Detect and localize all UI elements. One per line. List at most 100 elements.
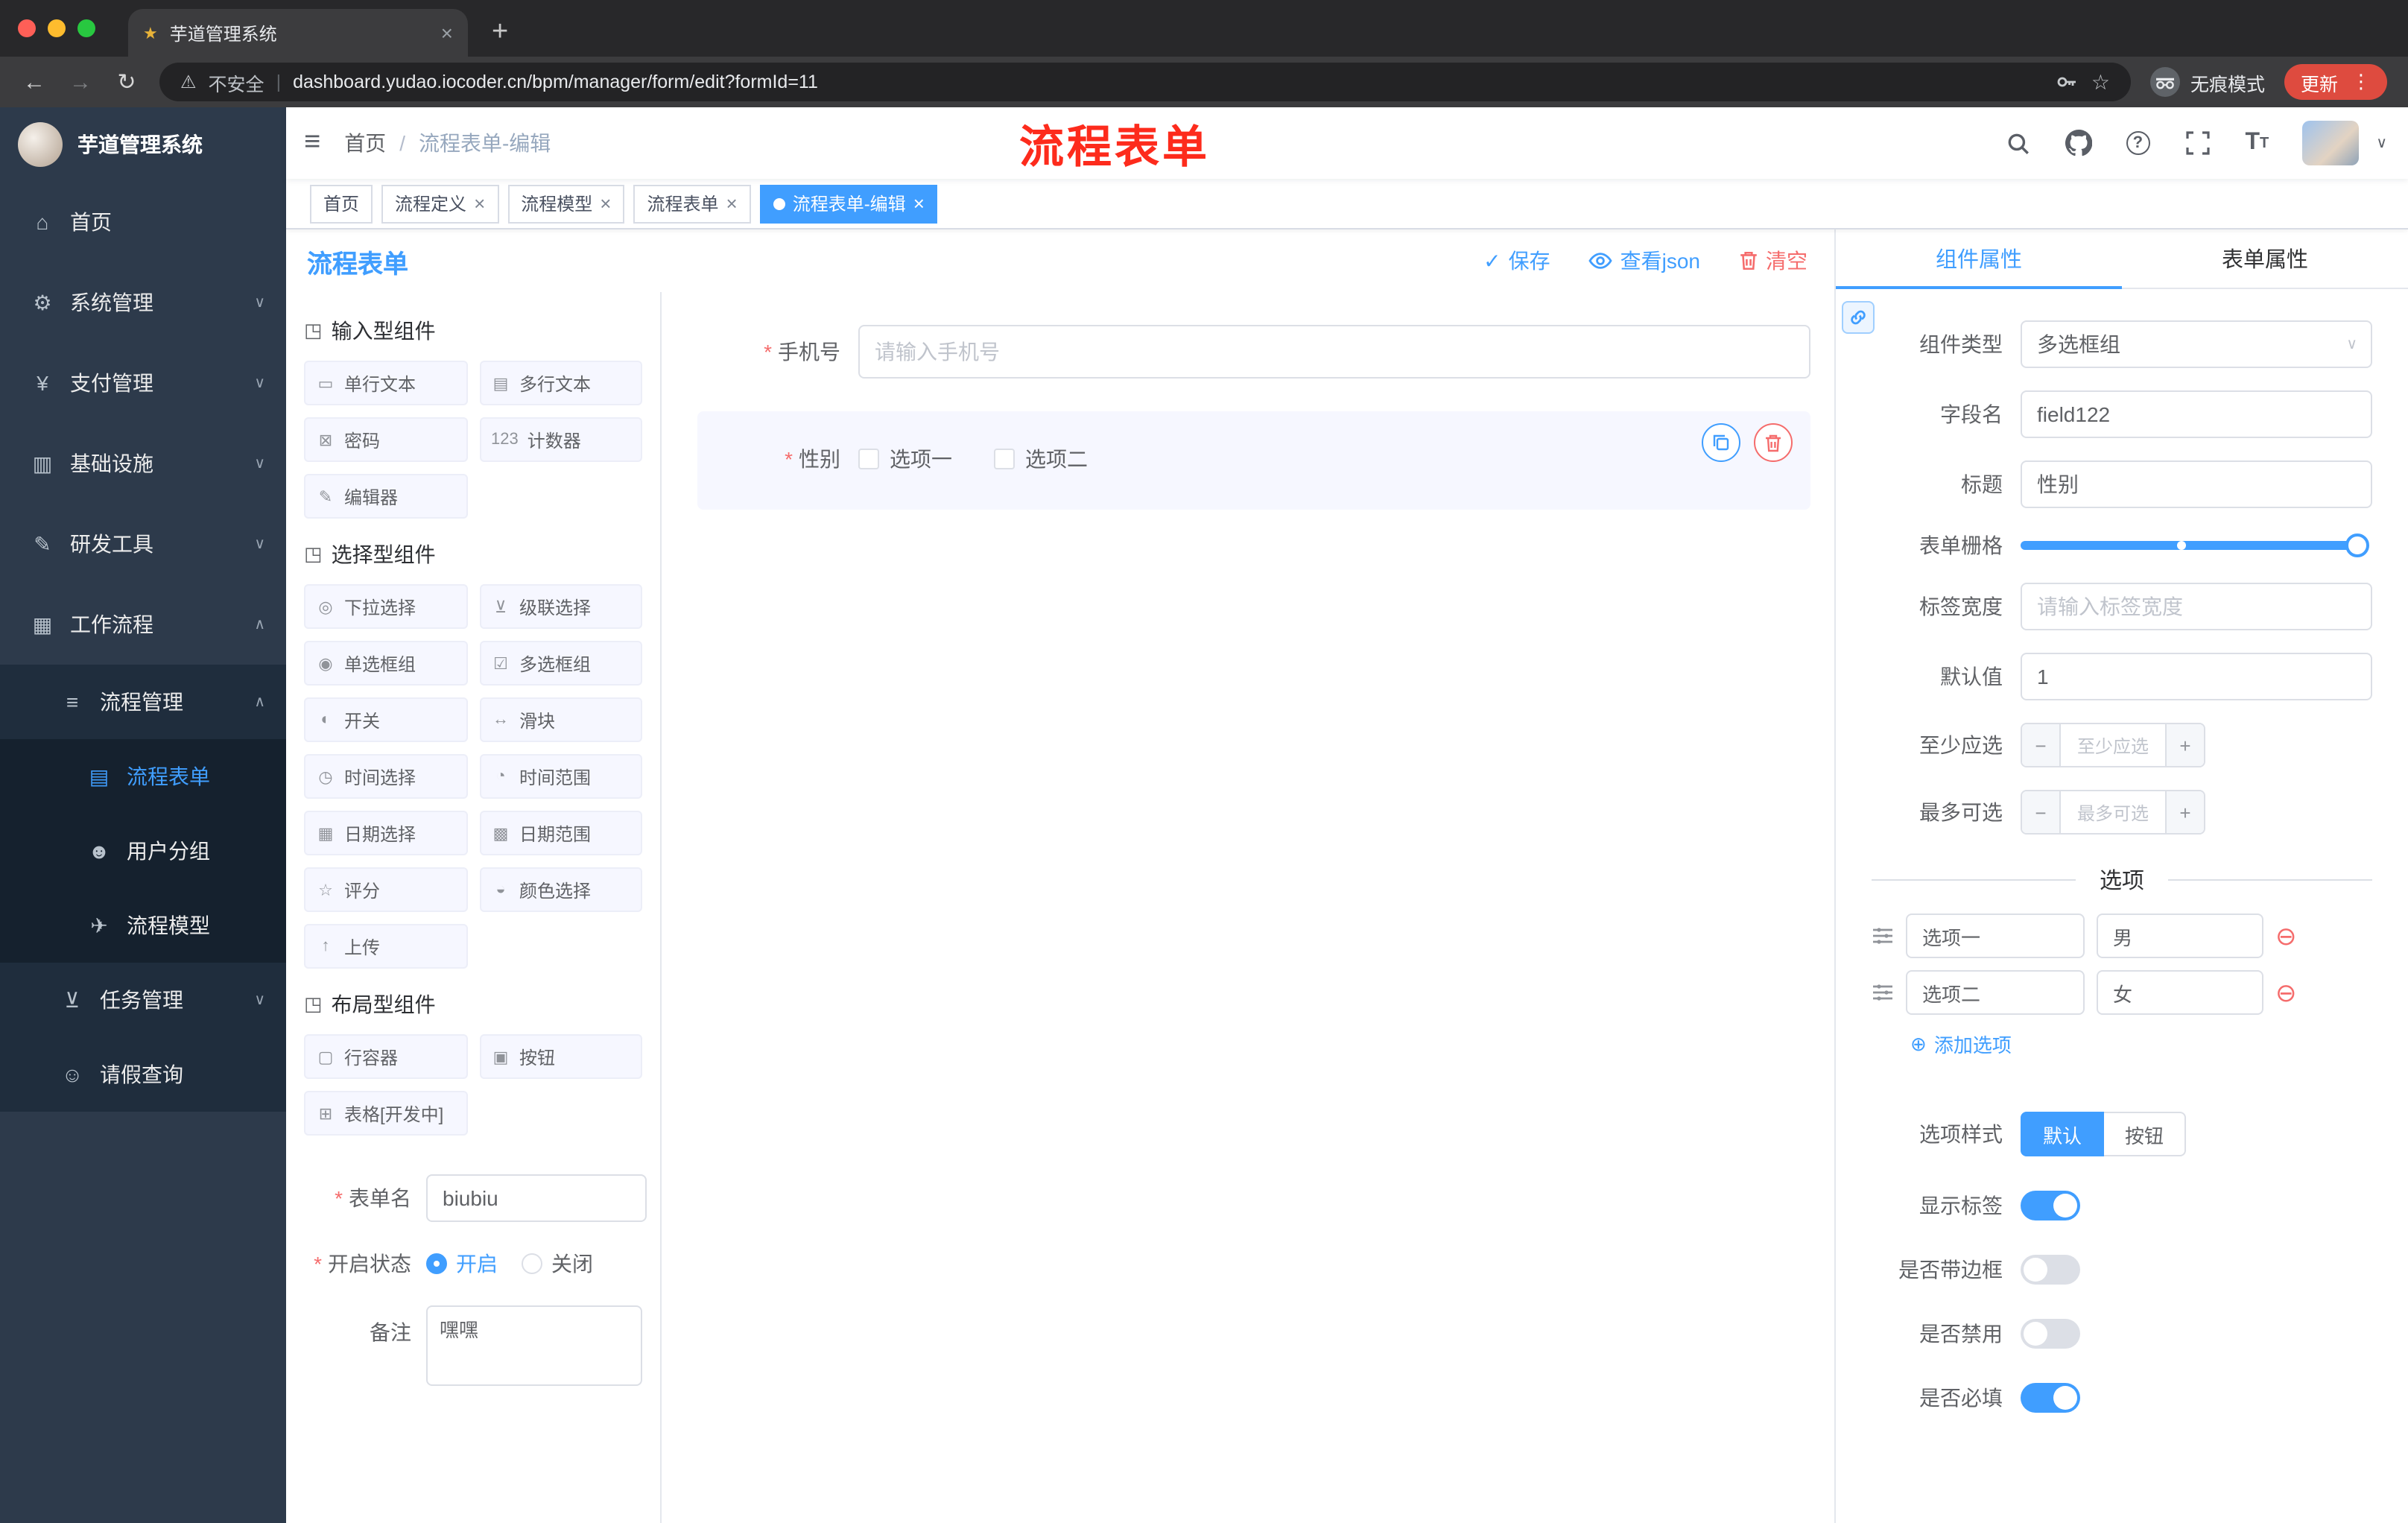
add-option-button[interactable]: ⊕ 添加选项 xyxy=(1910,1030,2372,1058)
help-icon[interactable]: ? xyxy=(2123,128,2152,158)
palette-item[interactable]: ⊠ 密码 xyxy=(304,417,467,462)
increment-button[interactable]: + xyxy=(2165,791,2204,833)
checkbox-option-2[interactable]: 选项二 xyxy=(994,444,1088,474)
breadcrumb-home[interactable]: 首页 xyxy=(344,128,386,158)
palette-item[interactable]: ◎ 下拉选择 xyxy=(304,584,467,629)
tag-process-form[interactable]: 流程表单 × xyxy=(633,184,751,223)
github-icon[interactable] xyxy=(2063,128,2093,158)
password-key-icon[interactable] xyxy=(2056,70,2079,94)
close-icon[interactable]: × xyxy=(726,192,738,215)
tab-form-props[interactable]: 表单属性 xyxy=(2122,229,2408,288)
save-button[interactable]: ✓ 保存 xyxy=(1483,246,1550,276)
sidebar-item-home[interactable]: ⌂ 首页 xyxy=(0,182,286,262)
max-select-value[interactable]: 最多可选 xyxy=(2061,791,2165,833)
form-name-input[interactable] xyxy=(426,1174,647,1222)
min-select-value[interactable]: 至少应选 xyxy=(2061,724,2165,766)
search-icon[interactable] xyxy=(2003,128,2033,158)
sidebar-item-infrastructure[interactable]: ▥ 基础设施 ∨ xyxy=(0,423,286,504)
sidebar-item-user-group[interactable]: ☻ 用户分组 xyxy=(0,814,286,888)
form-remark-textarea[interactable]: 嘿嘿 xyxy=(426,1305,642,1386)
palette-item[interactable]: ⊞ 表格[开发中] xyxy=(304,1091,467,1136)
sidebar-item-leave-query[interactable]: ☺ 请假查询 xyxy=(0,1037,286,1112)
update-browser-button[interactable]: 更新 ⋮ xyxy=(2284,64,2387,100)
option-name-input[interactable] xyxy=(1906,914,2085,958)
clear-button[interactable]: 清空 xyxy=(1739,246,1807,276)
decrement-button[interactable]: − xyxy=(2022,724,2061,766)
address-bar[interactable]: ⚠ 不安全 | dashboard.yudao.iocoder.cn/bpm/m… xyxy=(159,63,2131,101)
palette-item[interactable]: ☆ 评分 xyxy=(304,867,467,912)
palette-item[interactable]: 123 计数器 xyxy=(479,417,642,462)
minimize-window-button[interactable] xyxy=(48,19,66,37)
palette-item[interactable]: ◒ 颜色选择 xyxy=(479,867,642,912)
sidebar-item-workflow[interactable]: ▦ 工作流程 ∧ xyxy=(0,584,286,665)
remove-option-icon[interactable]: ⊖ xyxy=(2275,923,2297,949)
style-button-button[interactable]: 按钮 xyxy=(2104,1112,2187,1156)
tag-process-definition[interactable]: 流程定义 × xyxy=(381,184,499,223)
avatar-caret-icon[interactable]: ∨ xyxy=(2376,135,2387,151)
palette-item[interactable]: ◉ 单选框组 xyxy=(304,641,467,685)
radio-open[interactable]: 开启 xyxy=(426,1249,498,1279)
tag-process-model[interactable]: 流程模型 × xyxy=(507,184,625,223)
security-warning-icon[interactable]: ⚠ xyxy=(180,72,197,92)
copy-widget-button[interactable] xyxy=(1702,423,1740,462)
sidebar-item-process-management[interactable]: ≡ 流程管理 ∧ xyxy=(0,665,286,739)
browser-menu-icon[interactable]: ⋮ xyxy=(2351,70,2371,94)
disabled-toggle[interactable] xyxy=(2021,1319,2080,1349)
close-icon[interactable]: × xyxy=(600,192,611,215)
fullscreen-icon[interactable] xyxy=(2182,128,2212,158)
drag-handle-icon[interactable] xyxy=(1872,927,1894,945)
reload-icon[interactable]: ↻ xyxy=(113,69,140,95)
palette-item[interactable]: ◐ 开关 xyxy=(304,697,467,742)
decrement-button[interactable]: − xyxy=(2022,791,2061,833)
default-value-input[interactable] xyxy=(2021,653,2372,700)
component-type-select[interactable]: 多选框组 ∨ xyxy=(2021,320,2372,368)
close-tab-icon[interactable]: × xyxy=(441,21,453,45)
with-border-toggle[interactable] xyxy=(2021,1255,2080,1285)
palette-item[interactable]: ▣ 按钮 xyxy=(479,1034,642,1079)
sidebar-item-payment[interactable]: ¥ 支付管理 ∨ xyxy=(0,343,286,423)
tab-component-props[interactable]: 组件属性 xyxy=(1836,229,2122,289)
palette-item[interactable]: ▢ 行容器 xyxy=(304,1034,467,1079)
forward-icon[interactable]: → xyxy=(67,69,94,95)
link-icon[interactable] xyxy=(1842,301,1875,334)
label-width-input[interactable] xyxy=(2021,583,2372,630)
tag-process-form-edit[interactable]: 流程表单-编辑 × xyxy=(759,184,938,223)
option-name-input[interactable] xyxy=(1906,970,2085,1015)
tag-home[interactable]: 首页 xyxy=(310,184,373,223)
font-size-icon[interactable]: TT xyxy=(2242,128,2272,158)
close-window-button[interactable] xyxy=(18,19,36,37)
hamburger-icon[interactable]: ≡ xyxy=(304,127,320,159)
canvas-field-phone[interactable]: 手机号 xyxy=(697,325,1810,379)
show-label-toggle[interactable] xyxy=(2021,1191,2080,1220)
title-input[interactable] xyxy=(2021,460,2372,508)
drag-handle-icon[interactable] xyxy=(1872,984,1894,1001)
radio-closed[interactable]: 关闭 xyxy=(522,1249,593,1279)
browser-tab[interactable]: ★ 芋道管理系统 × xyxy=(128,9,468,57)
option-value-input[interactable] xyxy=(2097,914,2263,958)
palette-item[interactable]: ↔ 滑块 xyxy=(479,697,642,742)
palette-item[interactable]: ☑ 多选框组 xyxy=(479,641,642,685)
palette-item[interactable]: ▭ 单行文本 xyxy=(304,361,467,405)
palette-item[interactable]: ▩ 日期范围 xyxy=(479,811,642,855)
back-icon[interactable]: ← xyxy=(21,69,48,95)
form-grid-slider[interactable] xyxy=(2021,533,2369,557)
avatar[interactable] xyxy=(2301,121,2359,165)
palette-item[interactable]: ✎ 编辑器 xyxy=(304,474,467,519)
bookmark-star-icon[interactable]: ☆ xyxy=(2091,69,2110,95)
style-default-button[interactable]: 默认 xyxy=(2021,1112,2105,1156)
palette-item[interactable]: ⊻ 级联选择 xyxy=(479,584,642,629)
view-json-button[interactable]: 查看json xyxy=(1589,246,1700,276)
phone-input[interactable] xyxy=(858,325,1810,379)
required-toggle[interactable] xyxy=(2021,1383,2080,1413)
palette-item[interactable]: ↑ 上传 xyxy=(304,924,467,969)
sidebar-item-process-form[interactable]: ▤ 流程表单 xyxy=(0,739,286,814)
close-icon[interactable]: × xyxy=(913,192,925,215)
sidebar-item-devtools[interactable]: ✎ 研发工具 ∨ xyxy=(0,504,286,584)
field-name-input[interactable] xyxy=(2021,390,2372,438)
maximize-window-button[interactable] xyxy=(77,19,95,37)
palette-item[interactable]: ▤ 多行文本 xyxy=(479,361,642,405)
slider-handle[interactable] xyxy=(2345,533,2369,557)
canvas-widget-gender-selected[interactable]: 性别 选项一 选项二 xyxy=(697,411,1810,510)
sidebar-item-process-model[interactable]: ✈ 流程模型 xyxy=(0,888,286,963)
palette-item[interactable]: ▦ 日期选择 xyxy=(304,811,467,855)
